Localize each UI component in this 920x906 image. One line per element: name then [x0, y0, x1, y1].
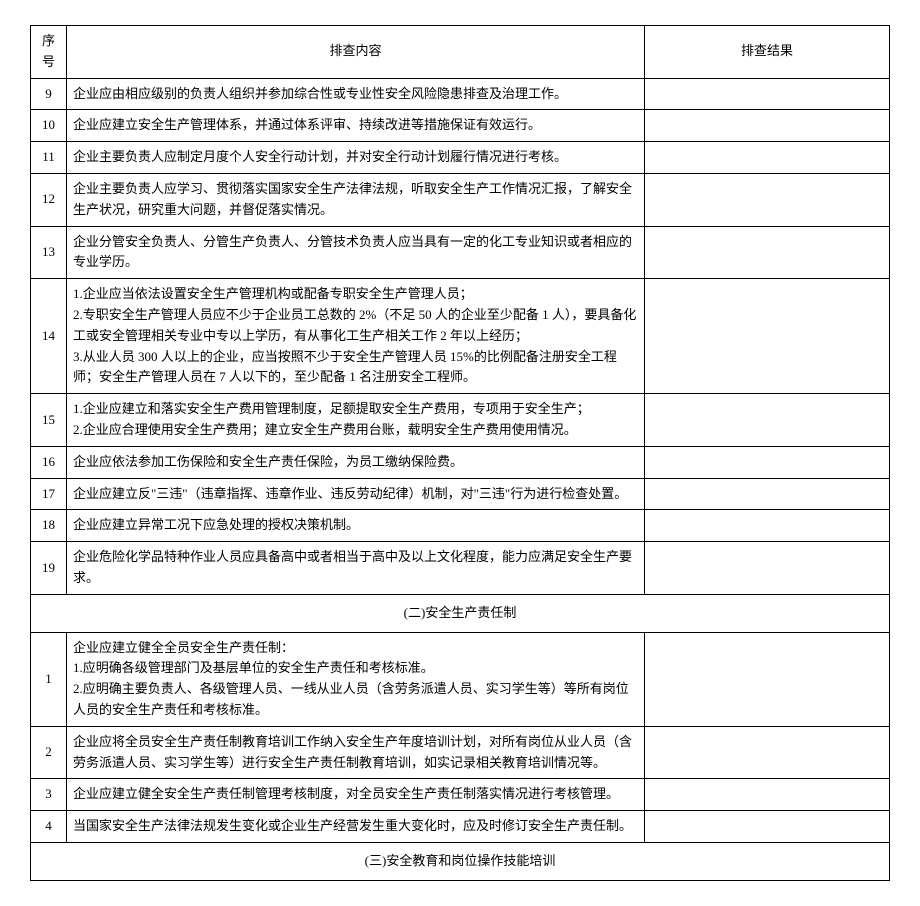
table-row: 151.企业应建立和落实安全生产费用管理制度，足额提取安全生产费用，专项用于安全…: [31, 394, 890, 447]
row-content: 企业应将全员安全生产责任制教育培训工作纳入安全生产年度培训计划，对所有岗位从业人…: [67, 726, 645, 779]
row-content: 企业应建立健全安全生产责任制管理考核制度，对全员安全生产责任制落实情况进行考核管…: [67, 779, 645, 811]
table-row: 4当国家安全生产法律法规发生变化或企业生产经营发生重大变化时，应及时修订安全生产…: [31, 811, 890, 843]
table-row: 12企业主要负责人应学习、贯彻落实国家安全生产法律法规，听取安全生产工作情况汇报…: [31, 173, 890, 226]
row-result: [645, 226, 890, 279]
table-row: 19企业危险化学品特种作业人员应具备高中或者相当于高中及以上文化程度，能力应满足…: [31, 542, 890, 595]
row-num: 10: [31, 110, 67, 142]
row-content: 企业危险化学品特种作业人员应具备高中或者相当于高中及以上文化程度，能力应满足安全…: [67, 542, 645, 595]
section-header-row: (三)安全教育和岗位操作技能培训: [31, 842, 890, 880]
row-result: [645, 446, 890, 478]
row-num: 4: [31, 811, 67, 843]
row-content: 企业应建立健全全员安全生产责任制： 1.应明确各级管理部门及基层单位的安全生产责…: [67, 632, 645, 726]
row-result: [645, 478, 890, 510]
row-content: 当国家安全生产法律法规发生变化或企业生产经营发生重大变化时，应及时修订安全生产责…: [67, 811, 645, 843]
row-num: 18: [31, 510, 67, 542]
table-row: 11企业主要负责人应制定月度个人安全行动计划，并对安全行动计划履行情况进行考核。: [31, 142, 890, 174]
row-num: 11: [31, 142, 67, 174]
row-result: [645, 173, 890, 226]
row-content: 企业应建立反"三违"（违章指挥、违章作业、违反劳动纪律）机制，对"三违"行为进行…: [67, 478, 645, 510]
row-result: [645, 142, 890, 174]
row-num: 14: [31, 279, 67, 394]
row-result: [645, 542, 890, 595]
row-content: 1.企业应当依法设置安全生产管理机构或配备专职安全生产管理人员； 2.专职安全生…: [67, 279, 645, 394]
row-content: 企业主要负责人应学习、贯彻落实国家安全生产法律法规，听取安全生产工作情况汇报，了…: [67, 173, 645, 226]
section-header-row: (二)安全生产责任制: [31, 594, 890, 632]
row-num: 19: [31, 542, 67, 595]
row-result: [645, 726, 890, 779]
table-row: 17企业应建立反"三违"（违章指挥、违章作业、违反劳动纪律）机制，对"三违"行为…: [31, 478, 890, 510]
row-num: 9: [31, 78, 67, 110]
header-num: 序号: [31, 26, 67, 79]
row-num: 3: [31, 779, 67, 811]
row-result: [645, 279, 890, 394]
row-content: 企业应依法参加工伤保险和安全生产责任保险，为员工缴纳保险费。: [67, 446, 645, 478]
row-num: 17: [31, 478, 67, 510]
row-num: 15: [31, 394, 67, 447]
table-row: 13企业分管安全负责人、分管生产负责人、分管技术负责人应当具有一定的化工专业知识…: [31, 226, 890, 279]
row-content: 企业主要负责人应制定月度个人安全行动计划，并对安全行动计划履行情况进行考核。: [67, 142, 645, 174]
row-result: [645, 78, 890, 110]
table-row: 2企业应将全员安全生产责任制教育培训工作纳入安全生产年度培训计划，对所有岗位从业…: [31, 726, 890, 779]
row-result: [645, 779, 890, 811]
row-num: 16: [31, 446, 67, 478]
section-title: (三)安全教育和岗位操作技能培训: [31, 842, 890, 880]
row-content: 企业应建立安全生产管理体系，并通过体系评审、持续改进等措施保证有效运行。: [67, 110, 645, 142]
table-row: 18企业应建立异常工况下应急处理的授权决策机制。: [31, 510, 890, 542]
row-content: 1.企业应建立和落实安全生产费用管理制度，足额提取安全生产费用，专项用于安全生产…: [67, 394, 645, 447]
inspection-table: 序号 排查内容 排查结果 9企业应由相应级别的负责人组织并参加综合性或专业性安全…: [30, 25, 890, 881]
table-row: 10企业应建立安全生产管理体系，并通过体系评审、持续改进等措施保证有效运行。: [31, 110, 890, 142]
table-row: 9企业应由相应级别的负责人组织并参加综合性或专业性安全风险隐患排查及治理工作。: [31, 78, 890, 110]
table-row: 141.企业应当依法设置安全生产管理机构或配备专职安全生产管理人员； 2.专职安…: [31, 279, 890, 394]
header-result: 排查结果: [645, 26, 890, 79]
section-title: (二)安全生产责任制: [31, 594, 890, 632]
row-num: 2: [31, 726, 67, 779]
row-content: 企业分管安全负责人、分管生产负责人、分管技术负责人应当具有一定的化工专业知识或者…: [67, 226, 645, 279]
header-content: 排查内容: [67, 26, 645, 79]
table-row: 16企业应依法参加工伤保险和安全生产责任保险，为员工缴纳保险费。: [31, 446, 890, 478]
table-row: 1企业应建立健全全员安全生产责任制： 1.应明确各级管理部门及基层单位的安全生产…: [31, 632, 890, 726]
row-content: 企业应建立异常工况下应急处理的授权决策机制。: [67, 510, 645, 542]
row-result: [645, 394, 890, 447]
row-result: [645, 811, 890, 843]
row-result: [645, 510, 890, 542]
header-row: 序号 排查内容 排查结果: [31, 26, 890, 79]
row-result: [645, 632, 890, 726]
table-row: 3企业应建立健全安全生产责任制管理考核制度，对全员安全生产责任制落实情况进行考核…: [31, 779, 890, 811]
row-num: 12: [31, 173, 67, 226]
row-result: [645, 110, 890, 142]
row-content: 企业应由相应级别的负责人组织并参加综合性或专业性安全风险隐患排查及治理工作。: [67, 78, 645, 110]
row-num: 13: [31, 226, 67, 279]
row-num: 1: [31, 632, 67, 726]
